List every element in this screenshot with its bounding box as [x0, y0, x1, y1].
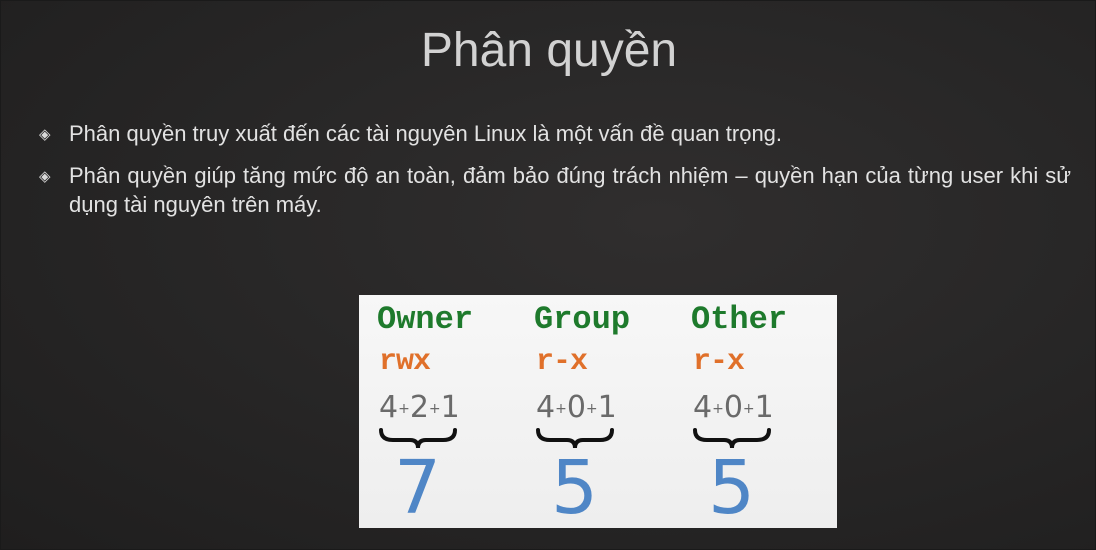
permission-column-group: Group r-x 4+0+1 5 — [516, 295, 676, 531]
permission-column-other: Other r-x 4+0+1 5 — [673, 295, 833, 531]
slide: Phân quyền ◈ Phân quyền truy xuất đến cá… — [0, 0, 1096, 550]
permission-string: r-x — [536, 345, 588, 379]
sum-digit: 2 — [409, 390, 429, 425]
diamond-bullet-icon: ◈ — [39, 168, 51, 185]
permission-value: 5 — [551, 445, 599, 531]
sum-digit: 1 — [597, 390, 617, 425]
diamond-bullet-icon: ◈ — [39, 126, 51, 143]
sum-digit: 4 — [379, 390, 398, 425]
bullet-text: Phân quyền giúp tăng mức độ an toàn, đảm… — [69, 163, 1071, 217]
permission-column-owner: Owner rwx 4+2+1 7 — [359, 295, 519, 531]
bullet-item: ◈ Phân quyền giúp tăng mức độ an toàn, đ… — [39, 161, 1071, 219]
sum-digit: 4 — [693, 390, 712, 425]
plus-sign: + — [428, 401, 441, 417]
plus-sign: + — [585, 401, 598, 417]
slide-title: Phân quyền — [420, 24, 678, 77]
permission-string: r-x — [693, 345, 745, 379]
bullet-list: ◈ Phân quyền truy xuất đến các tài nguyê… — [39, 119, 1071, 232]
permission-value: 7 — [394, 445, 442, 531]
permission-sum: 4+2+1 — [379, 390, 460, 425]
sum-digit: 0 — [723, 390, 743, 425]
permission-string: rwx — [379, 345, 431, 379]
plus-sign: + — [712, 401, 724, 417]
plus-sign: + — [742, 401, 755, 417]
permission-sum: 4+0+1 — [536, 390, 617, 425]
sum-digit: 1 — [754, 390, 774, 425]
permission-diagram: Owner rwx 4+2+1 7 Group r-x 4+0+1 5 Othe… — [359, 295, 837, 531]
permission-sum: 4+0+1 — [693, 390, 774, 425]
bullet-item: ◈ Phân quyền truy xuất đến các tài nguyê… — [39, 119, 1071, 148]
column-name: Other — [691, 301, 788, 338]
bullet-text: Phân quyền truy xuất đến các tài nguyên … — [69, 121, 783, 146]
sum-digit: 0 — [566, 390, 586, 425]
plus-sign: + — [398, 401, 410, 417]
permission-value: 5 — [708, 445, 756, 531]
column-name: Owner — [377, 301, 474, 338]
sum-digit: 1 — [440, 390, 460, 425]
plus-sign: + — [555, 401, 567, 417]
sum-digit: 4 — [536, 390, 555, 425]
column-name: Group — [534, 301, 631, 338]
